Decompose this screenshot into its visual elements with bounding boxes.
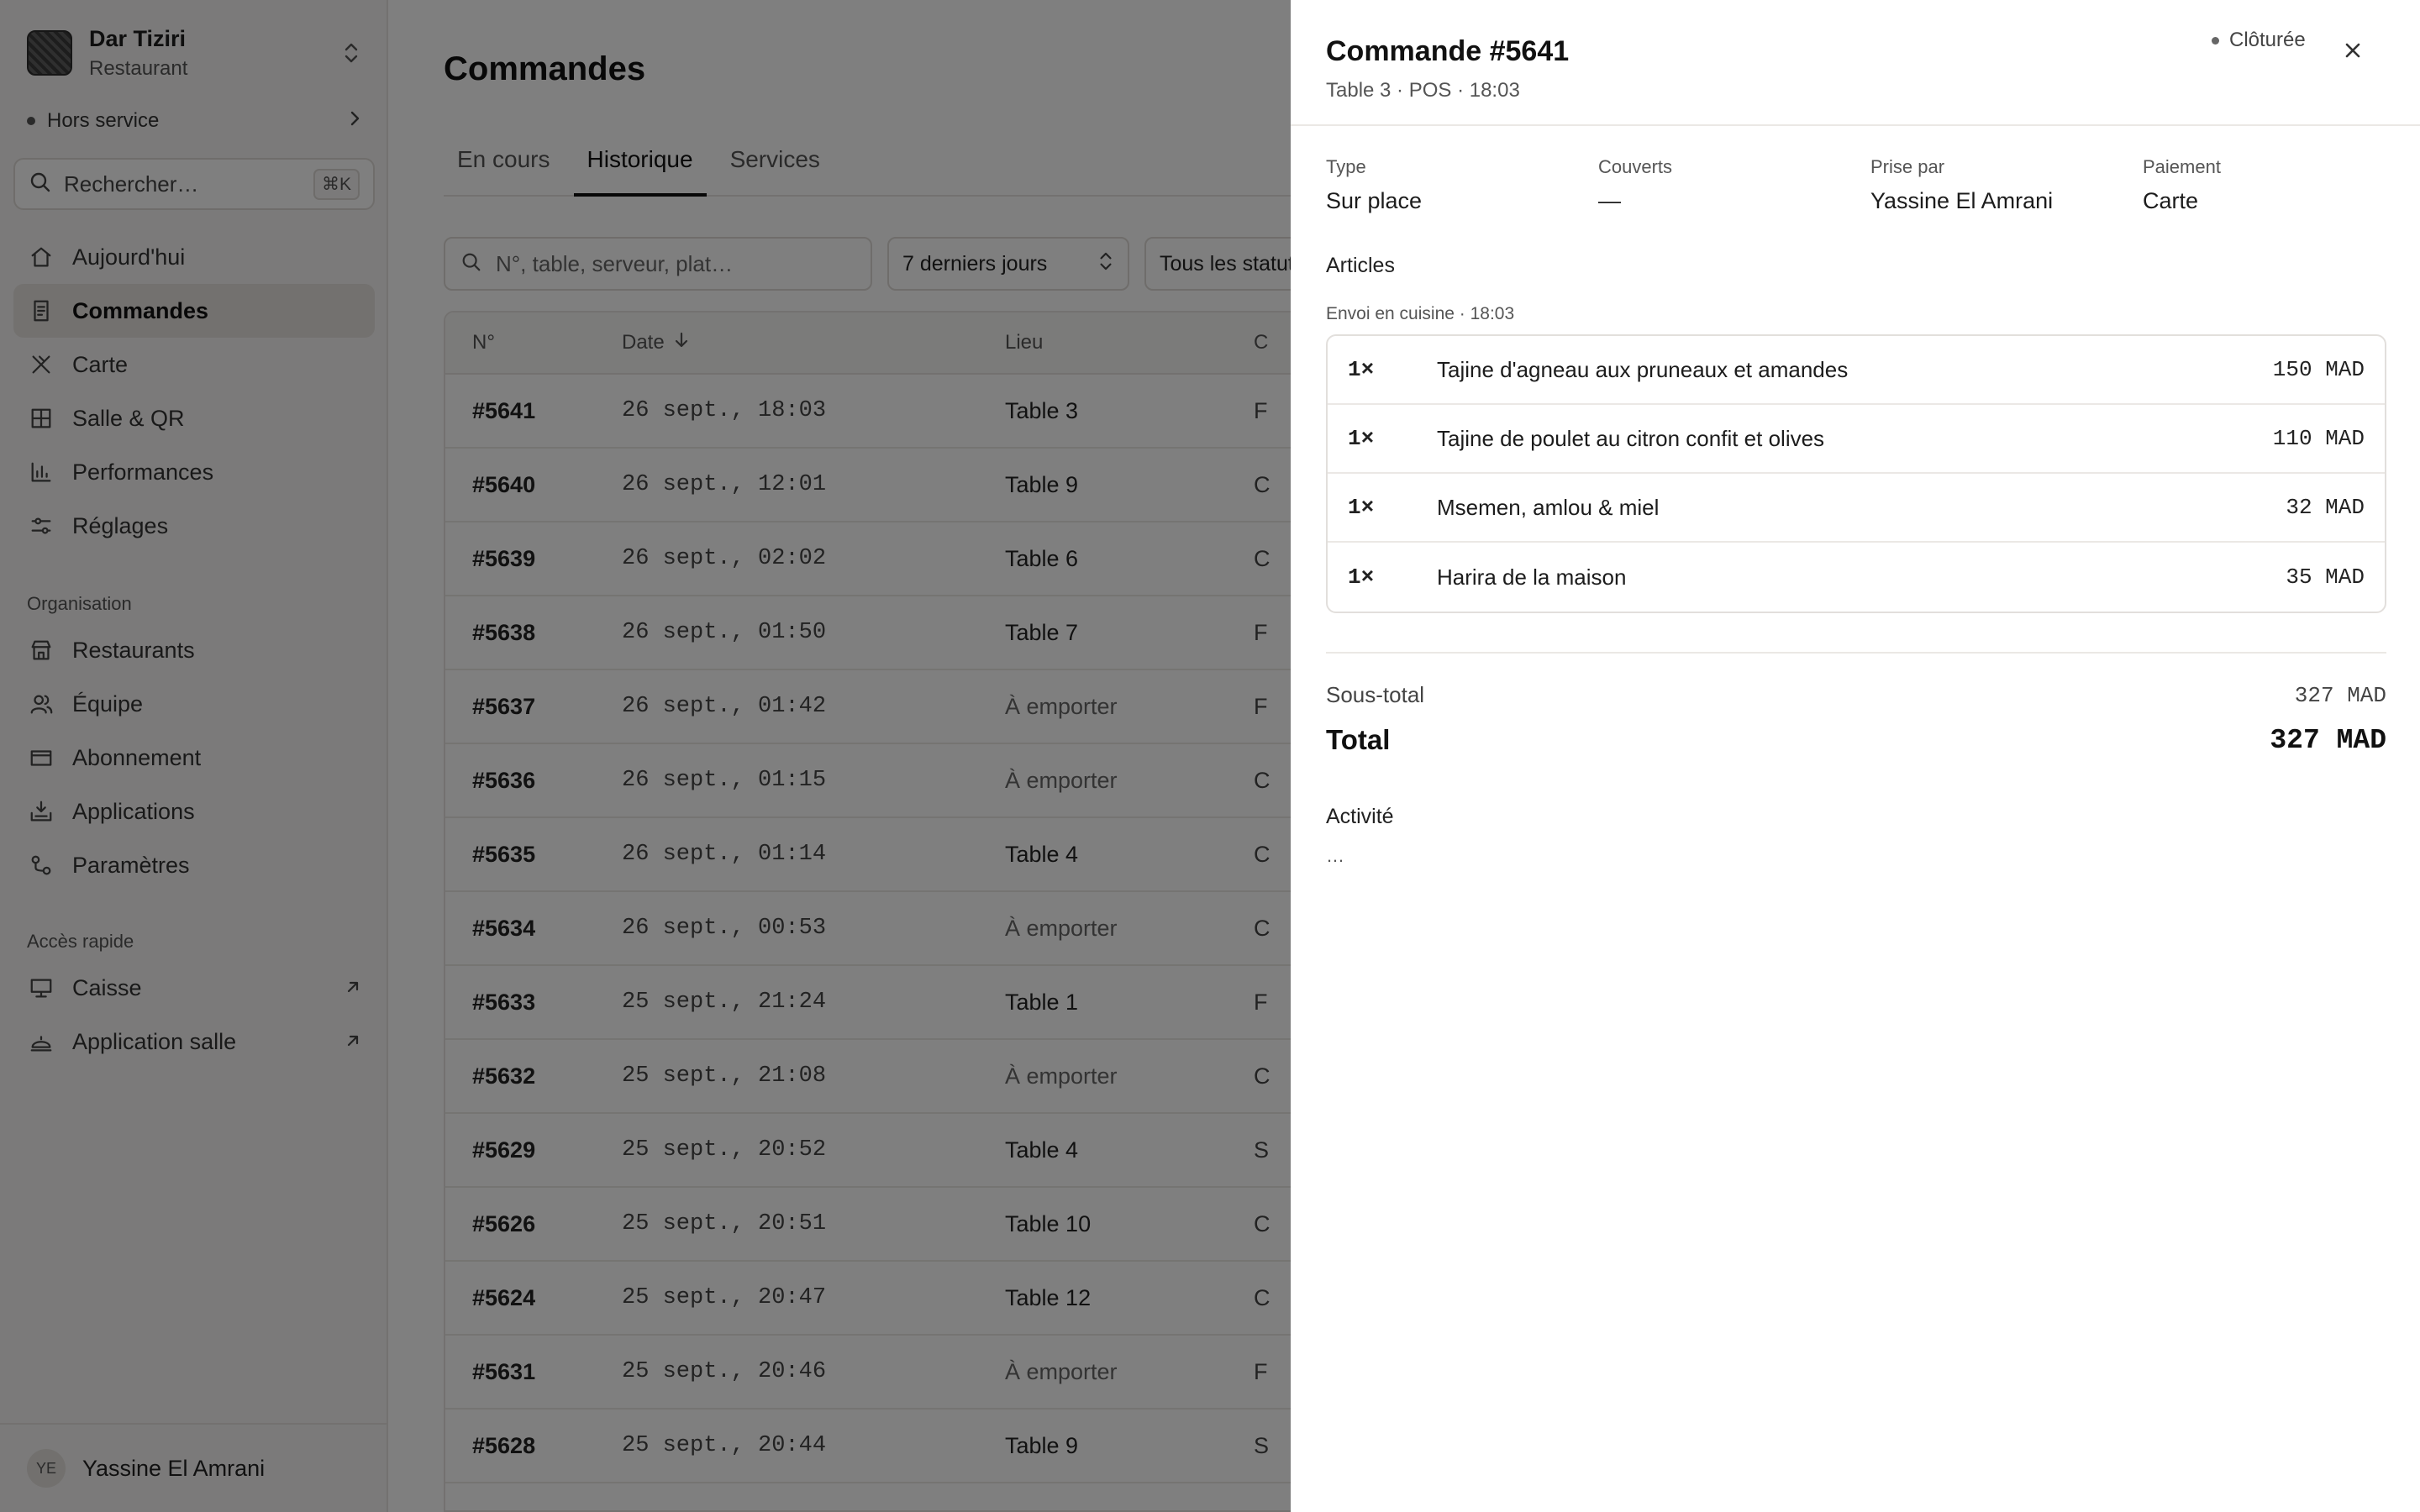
item-name: Msemen, amlou & miel: [1437, 494, 1660, 520]
drawer-subtitle: Table 3 · POS · 18:03: [1326, 79, 1520, 102]
activity-title: Activité: [1326, 805, 1394, 828]
drawer-title: Commande #5641: [1326, 35, 1570, 67]
subtotal-row: Sous-total 327 MAD: [1326, 682, 2386, 708]
meta-taken-by: Prise par Yassine El Amrani: [1870, 156, 2053, 214]
item-quantity: 1×: [1348, 564, 1375, 590]
meta-label: Couverts: [1598, 156, 1673, 177]
item-name: Tajine d'agneau aux pruneaux et amandes: [1437, 356, 1849, 382]
meta-value: —: [1598, 188, 1621, 213]
total-label: Total: [1326, 724, 1391, 755]
item-quantity: 1×: [1348, 495, 1375, 520]
item-quantity: 1×: [1348, 426, 1375, 451]
meta-value: Yassine El Amrani: [1870, 188, 2054, 213]
list-item: 1× Msemen, amlou & miel 32 MAD: [1328, 474, 2385, 543]
status-badge-label: Clôturée: [2229, 29, 2306, 51]
total-value: 327 MAD: [2270, 724, 2386, 756]
meta-value: Carte: [2143, 188, 2199, 213]
drawer-header: Commande #5641 Table 3 · POS · 18:03 Clô…: [1291, 0, 2420, 126]
item-price: 150 MAD: [2272, 357, 2365, 382]
order-detail-drawer: Commande #5641 Table 3 · POS · 18:03 Clô…: [1291, 0, 2420, 1512]
item-name: Harira de la maison: [1437, 564, 1627, 590]
status-badge: Clôturée: [2212, 29, 2306, 52]
item-price: 110 MAD: [2272, 426, 2365, 451]
meta-label: Type: [1326, 156, 1366, 177]
status-dot: [2212, 36, 2219, 45]
item-price: 35 MAD: [2286, 564, 2365, 590]
meta-covers: Couverts —: [1598, 156, 1672, 214]
subtotal-value: 327 MAD: [2294, 682, 2386, 708]
close-icon: [2343, 40, 2363, 65]
meta-type: Type Sur place: [1326, 156, 1422, 214]
close-button[interactable]: [2338, 37, 2368, 67]
item-name: Tajine de poulet au citron confit et oli…: [1437, 425, 1825, 451]
item-price: 32 MAD: [2286, 495, 2365, 520]
meta-label: Paiement: [2143, 156, 2221, 177]
items-list: 1× Tajine d'agneau aux pruneaux et amande…: [1326, 334, 2386, 613]
total-row: Total 327 MAD: [1326, 724, 2386, 756]
meta-value: Sur place: [1326, 188, 1423, 213]
subtotal-label: Sous-total: [1326, 682, 1425, 707]
meta-payment: Paiement Carte: [2143, 156, 2221, 214]
list-item: 1× Harira de la maison 35 MAD: [1328, 543, 2385, 612]
meta-label: Prise par: [1870, 156, 1945, 177]
kitchen-batch-label: Envoi en cuisine · 18:03: [1326, 304, 1515, 323]
articles-title: Articles: [1326, 254, 1395, 277]
item-quantity: 1×: [1348, 357, 1375, 382]
list-item: 1× Tajine d'agneau aux pruneaux et amande…: [1328, 336, 2385, 405]
divider: [1326, 652, 2386, 654]
activity-placeholder: …: [1326, 845, 1344, 866]
list-item: 1× Tajine de poulet au citron confit et o…: [1328, 405, 2385, 474]
